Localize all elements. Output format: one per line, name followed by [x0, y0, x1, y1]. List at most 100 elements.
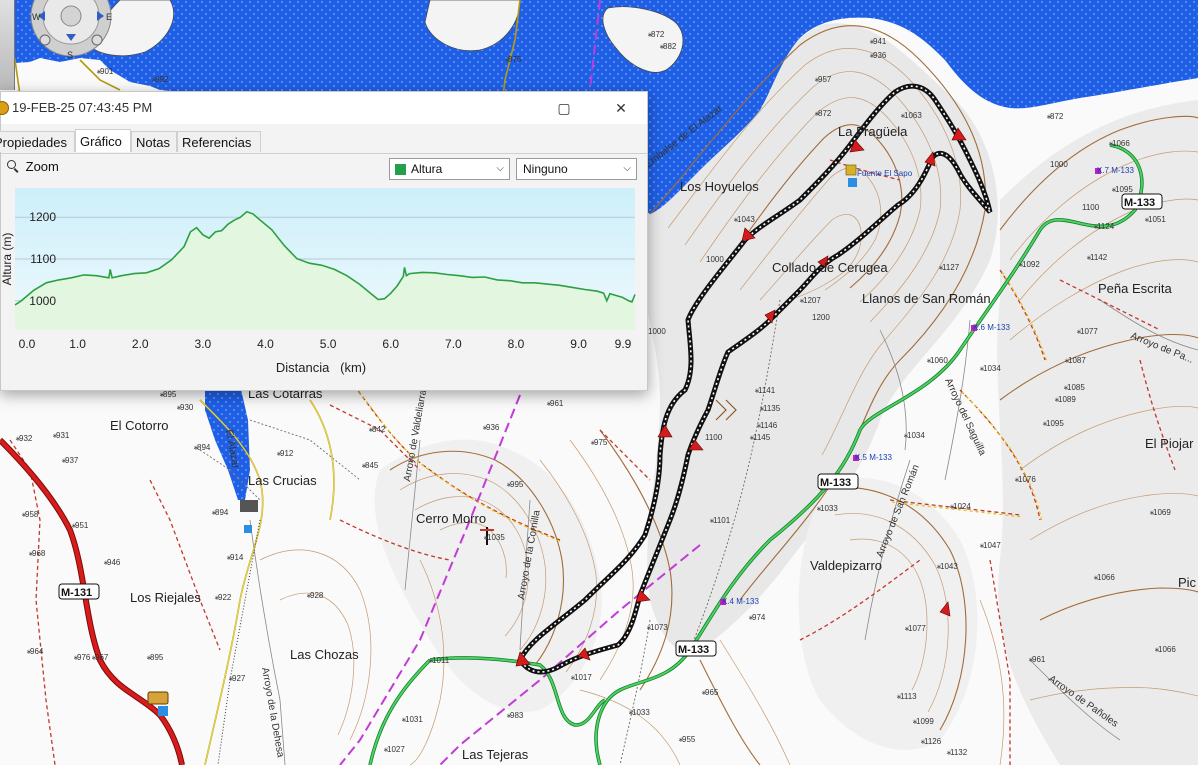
place-label: Las Crucias — [248, 473, 317, 488]
series-select-value: Altura — [411, 162, 443, 176]
elevation-label: 922 — [218, 593, 232, 602]
elevation-label: 1066 — [1158, 645, 1176, 654]
pan-se-icon[interactable] — [91, 34, 103, 46]
elevation-label: 1099 — [916, 717, 934, 726]
elevation-label: 875 — [508, 55, 522, 64]
svg-text:W: W — [32, 12, 41, 22]
dialog-titlebar[interactable]: 19-FEB-25 07:43:45 PM ▢ ✕ — [0, 92, 647, 124]
elevation-label: 1085 — [1067, 383, 1085, 392]
y-axis-label: Altura (m) — [1, 233, 14, 286]
overlay-select[interactable]: Ninguno ⌵ — [516, 158, 637, 180]
elevation-label: 1066 — [1097, 573, 1115, 582]
elevation-label: 1127 — [942, 263, 960, 272]
elevation-label: 1024 — [953, 502, 971, 511]
contour-label: 1200 — [812, 313, 830, 322]
elevation-label: 894 — [197, 443, 211, 452]
elevation-label: 1033 — [820, 504, 838, 513]
tab-notas[interactable]: Notas — [131, 131, 177, 152]
place-label: Las Chozas — [290, 647, 359, 662]
elevation-label: 895 — [163, 390, 177, 399]
series-color-swatch — [395, 164, 406, 175]
elevation-label: 964 — [30, 647, 44, 656]
x-axis-label: Distancia (km) — [276, 360, 366, 375]
road-label: M-133 — [1124, 197, 1155, 209]
elevation-label: 1035 — [487, 533, 505, 542]
elevation-label: 928 — [310, 591, 324, 600]
elevation-label: 1146 — [760, 421, 778, 430]
x-axis-ticks: 0.0 1.0 2.0 3.0 4.0 5.0 6.0 7.0 8.0 9.0 9.9 — [19, 337, 632, 351]
elevation-label: 1043 — [737, 215, 755, 224]
zoom-tool[interactable]: Zoom — [7, 159, 59, 179]
close-button[interactable]: ✕ — [606, 98, 636, 118]
place-label: El Cotorro — [110, 418, 169, 433]
elevation-label: 1047 — [983, 541, 1001, 550]
x-tick-label: 8.0 — [508, 337, 525, 351]
elevation-label: 845 — [365, 461, 379, 470]
elevation-label: 1011 — [432, 656, 450, 665]
elevation-label: 1060 — [930, 356, 948, 365]
elevation-label: 1077 — [1080, 327, 1098, 336]
elevation-label: 946 — [107, 558, 121, 567]
place-label: La Fragüela — [838, 124, 908, 139]
elevation-label: 1027 — [387, 745, 405, 754]
dialog-title: 19-FEB-25 07:43:45 PM — [12, 100, 153, 115]
pan-compass-control[interactable]: W E S — [22, 0, 120, 64]
maximize-button[interactable]: ▢ — [549, 98, 579, 118]
elevation-label: 1034 — [983, 364, 1001, 373]
elevation-label: 872 — [1050, 112, 1064, 121]
pan-sw-icon[interactable] — [39, 34, 51, 46]
svg-text:S: S — [67, 50, 73, 60]
road-label: M-133 — [678, 644, 709, 656]
series-select[interactable]: Altura ⌵ — [389, 158, 510, 180]
elevation-label: 1069 — [1153, 508, 1171, 517]
track-icon — [0, 101, 9, 115]
elevation-label: 912 — [280, 449, 294, 458]
elevation-label: 1142 — [1090, 253, 1108, 262]
x-tick-label: 6.0 — [382, 337, 399, 351]
place-label: Las Tejeras — [462, 747, 529, 762]
elevation-label: 1043 — [940, 562, 958, 571]
place-label: Pic — [1178, 575, 1197, 590]
x-tick-label: 9.9 — [615, 337, 632, 351]
km-marker-label: K.5 M-133 — [855, 453, 892, 462]
elevation-label: 1051 — [1148, 215, 1166, 224]
road-label: M-131 — [61, 587, 92, 599]
elevation-label: 941 — [873, 37, 887, 46]
poi-label: Fuente El Sapo — [857, 169, 913, 178]
elevation-label: 872 — [818, 109, 832, 118]
elevation-label: 931 — [56, 431, 70, 440]
track-properties-dialog[interactable]: 19-FEB-25 07:43:45 PM ▢ ✕ Propiedades Gr… — [0, 91, 648, 391]
tab-referencias[interactable]: Referencias — [177, 131, 261, 152]
elevation-label: 936 — [486, 423, 500, 432]
elevation-label: 1092 — [1022, 260, 1040, 269]
tab-propiedades[interactable]: Propiedades — [0, 131, 75, 152]
elevation-label: 1141 — [758, 386, 776, 395]
elevation-label: 932 — [19, 434, 33, 443]
elevation-label: 1076 — [1018, 475, 1036, 484]
overlay-select-value: Ninguno — [523, 162, 568, 176]
elevation-label: 1124 — [1097, 222, 1115, 231]
x-tick-label: 5.0 — [320, 337, 337, 351]
elevation-label: 927 — [232, 674, 246, 683]
elevation-label: 1063 — [904, 111, 922, 120]
tab-grafico[interactable]: Gráfico — [75, 129, 131, 152]
tab-divider — [1, 153, 647, 154]
elevation-label: 892 — [155, 75, 169, 84]
elevation-label: 1033 — [632, 708, 650, 717]
elevation-label: 842 — [372, 425, 386, 434]
elevation-label: 955 — [682, 735, 696, 744]
place-label: Los Riejales — [130, 590, 201, 605]
elevation-label: 961 — [550, 399, 564, 408]
place-label: El Piojar — [1145, 436, 1194, 451]
x-tick-label: 0.0 — [19, 337, 36, 351]
elevation-label: 894 — [215, 508, 229, 517]
elevation-label: 1066 — [1112, 139, 1130, 148]
elevation-label: 1095 — [1115, 185, 1133, 194]
x-tick-label: 2.0 — [132, 337, 149, 351]
zoom-slider[interactable] — [0, 0, 15, 90]
chevron-down-icon: ⌵ — [496, 163, 504, 174]
x-tick-label: 1.0 — [69, 337, 86, 351]
elevation-label: 936 — [873, 51, 887, 60]
contour-label: 1100 — [705, 433, 723, 442]
elevation-profile-chart[interactable]: 1000 1100 1200 0.0 1.0 2.0 3.0 4.0 5.0 6.0 7.0 8.0… — [1, 184, 647, 384]
